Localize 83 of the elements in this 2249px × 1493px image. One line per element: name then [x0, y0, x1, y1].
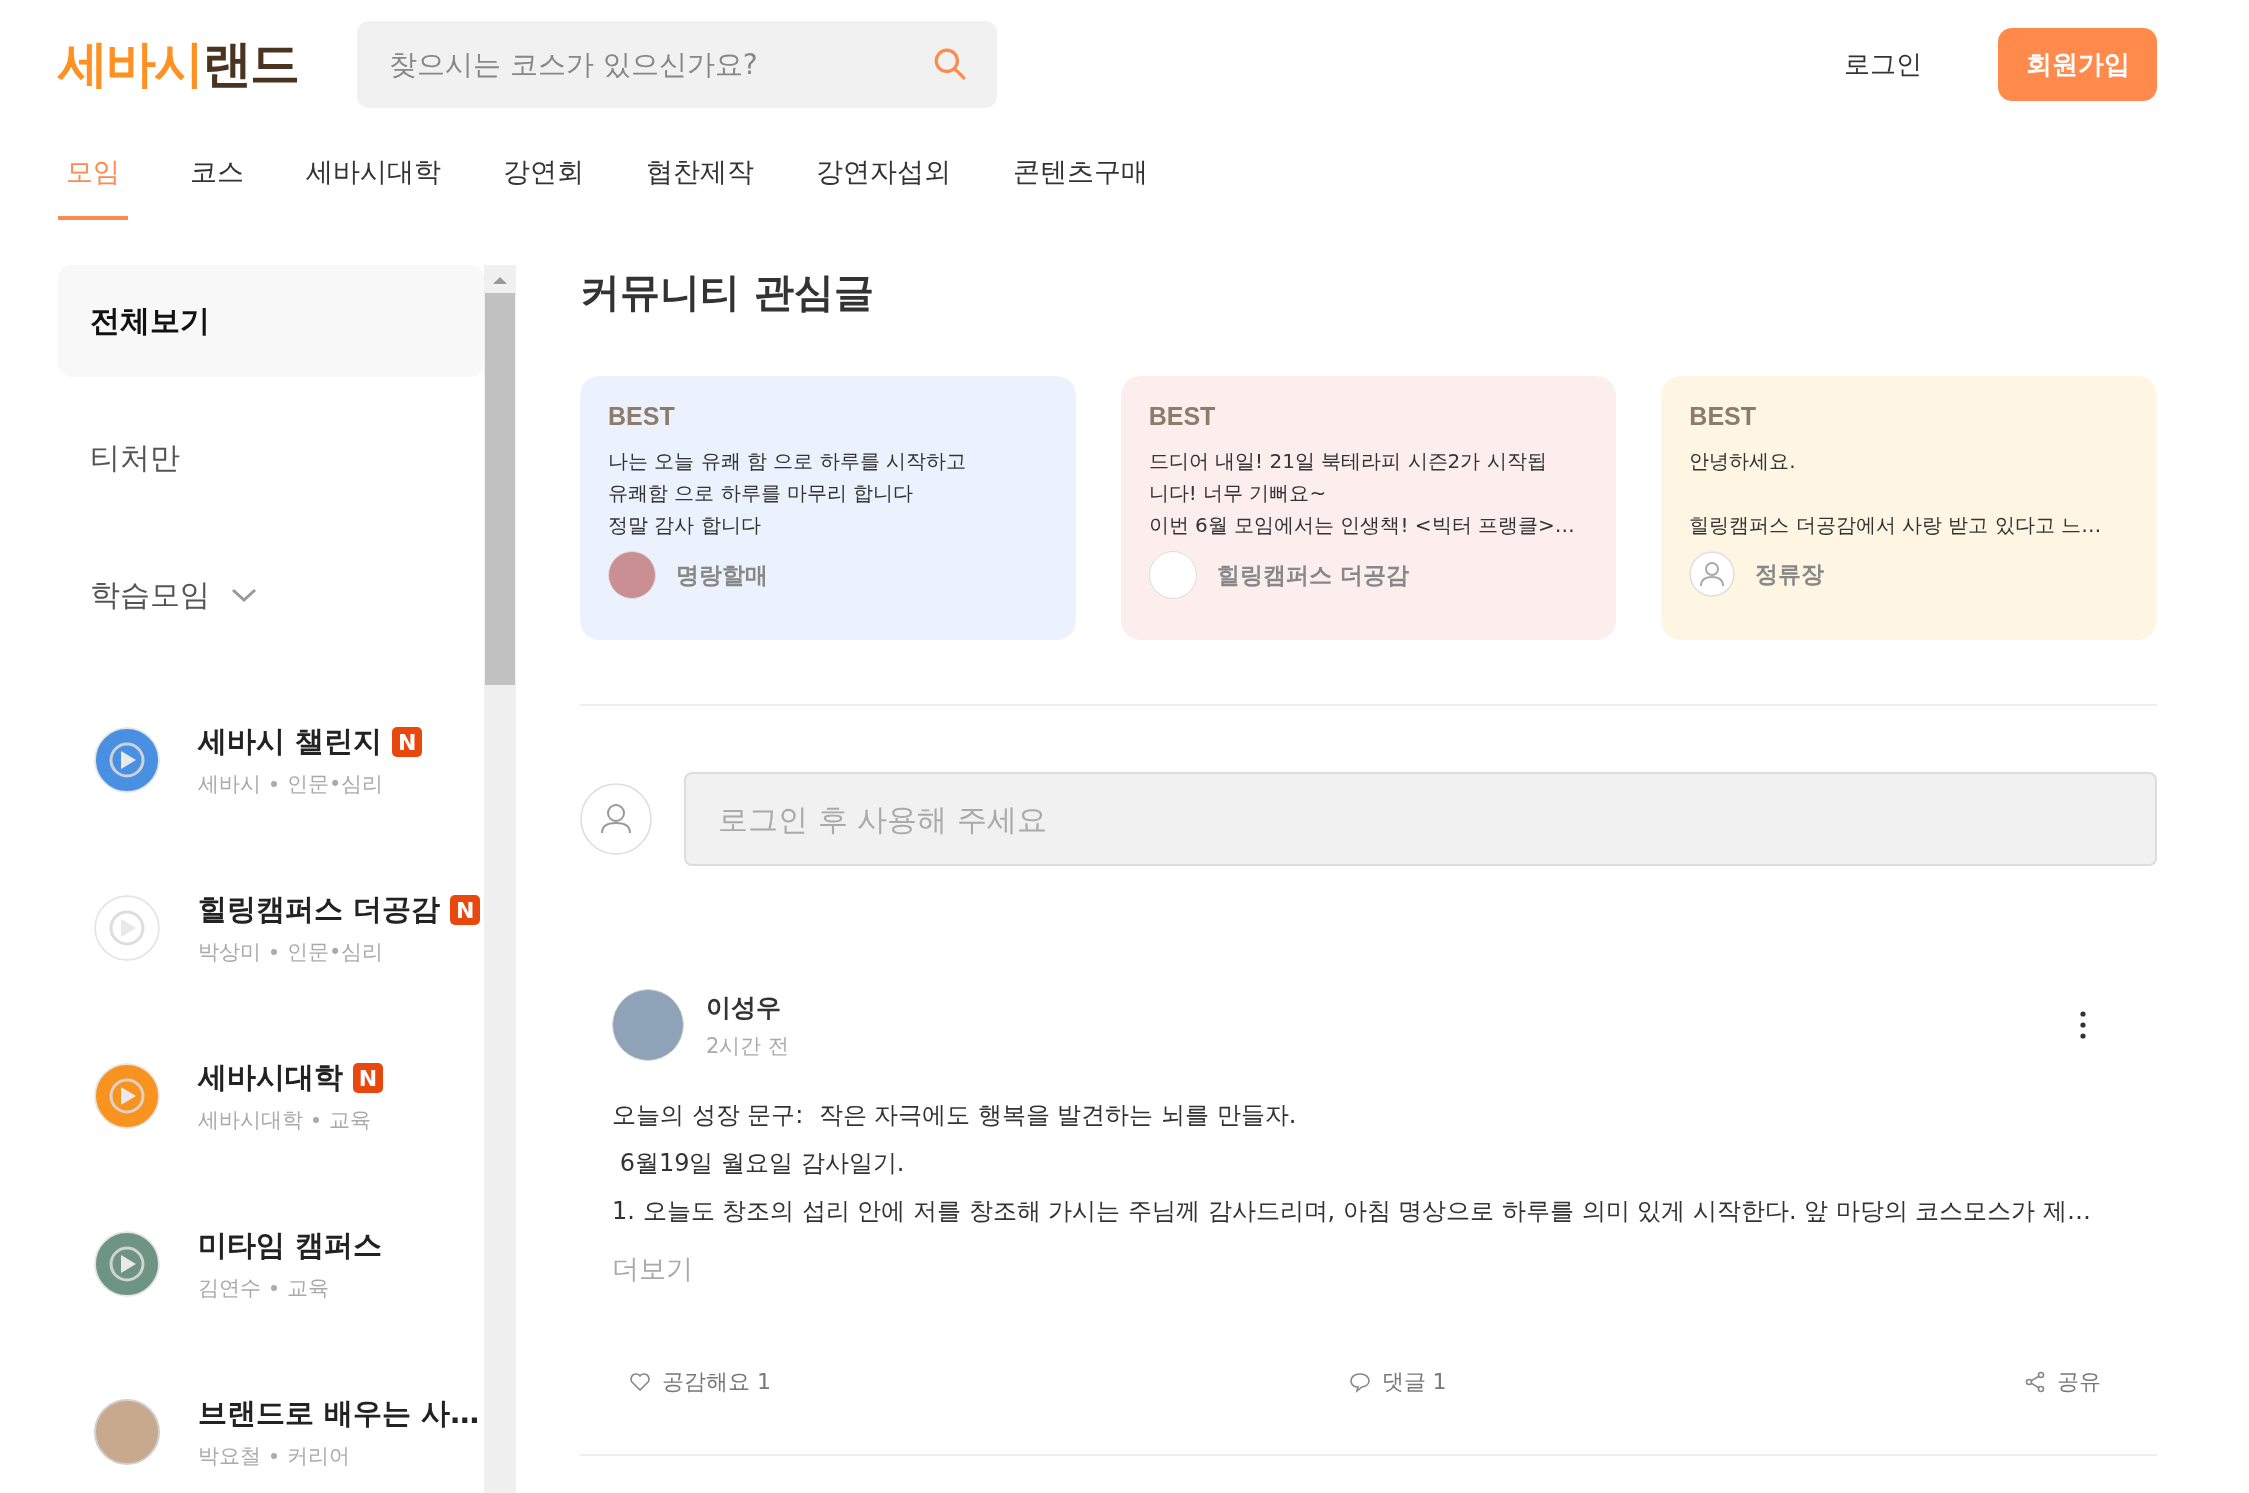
group-category: 인문•심리 — [287, 771, 384, 798]
search-field[interactable]: 찾으시는 코스가 있으신가요? — [357, 20, 997, 108]
group-category: 인문•심리 — [287, 939, 384, 966]
share-button[interactable]: 공유 — [2023, 1367, 2101, 1397]
scrollbar-thumb[interactable] — [485, 293, 515, 685]
separator-dot-icon — [313, 1117, 319, 1123]
group-owner: 박상미 — [198, 939, 261, 966]
comment-button[interactable]: 댓글 1 — [1347, 1367, 1447, 1397]
section-title: 커뮤니티 관심글 — [580, 268, 875, 317]
chevron-down-icon[interactable] — [230, 587, 258, 603]
post-card[interactable]: BEST 드디어 내일! 21일 북테라피 시즌2가 시작됩 니다! 너무 기뻐요~ 이번 6월 모임에서는 인생책! <빅터 프랭클>… 힐링캠퍼스 더공감 — [1120, 376, 1617, 640]
nav-tab[interactable]: 강연자섭외 — [816, 128, 951, 220]
group-logo-icon — [94, 895, 160, 961]
separator-dot-icon — [271, 781, 277, 787]
group-category: 교육 — [329, 1107, 371, 1134]
logo[interactable]: 세바시랜드 — [58, 30, 357, 98]
comment-input[interactable]: 로그인 후 사용해 주세요 — [684, 772, 2157, 866]
filter-item[interactable]: 전체보기 — [58, 265, 484, 377]
group-owner: 세바시 — [198, 771, 261, 798]
group-owner: 세바시대학 — [198, 1107, 303, 1134]
separator-dot-icon — [271, 949, 277, 955]
author-name: 힐링캠퍼스 더공감 — [1216, 560, 1409, 590]
scrollbar[interactable] — [484, 265, 516, 1493]
best-label: BEST — [608, 402, 676, 431]
post-time: 2시간 전 — [706, 1032, 791, 1060]
filter-item[interactable]: 티처만 — [58, 402, 484, 514]
group-owner: 김연수 — [198, 1275, 261, 1302]
group-name[interactable]: 브랜드로 배우는 사… — [198, 1394, 480, 1434]
nav-tab[interactable]: 강연회 — [503, 128, 584, 220]
group-name[interactable]: 세바시 챌린지 — [198, 722, 383, 762]
separator-dot-icon — [271, 1285, 277, 1291]
avatar-logo-icon — [1148, 551, 1197, 599]
post-text-line: 1. 오늘도 창조의 섭리 안에 저를 창조해 가시는 주님께 감사드리며, 아침 명상으로 하루를 의미 있게 시작한다. 앞 마당의 코스모스가 제… — [612, 1196, 2093, 1227]
group-logo-icon — [94, 1231, 160, 1297]
new-badge: N — [392, 727, 423, 757]
user-icon — [580, 783, 652, 855]
group-name[interactable]: 힐링캠퍼스 더공감 — [198, 890, 441, 930]
new-badge: N — [353, 1063, 383, 1093]
speech-bubble-icon — [1347, 1370, 1372, 1394]
post-card[interactable]: BEST 나는 오늘 유쾌 함 으로 하루를 시작하고 유쾌함 으로 하루를 마무리 합니다 정말 감사 합니다 명랑할매 — [580, 376, 1076, 640]
filter-label: 전체보기 — [90, 301, 210, 340]
card-text-line: 힐링캠퍼스 더공감에서 사랑 받고 있다고 느… — [1689, 512, 2103, 539]
card-text-line: 이번 6월 모임에서는 인생책! <빅터 프랭클>… — [1148, 512, 1576, 539]
avatar-photo-placeholder — [608, 551, 656, 599]
filter-label: 티처만 — [90, 438, 180, 477]
heart-icon — [628, 1370, 652, 1394]
group-logo-icon — [94, 1063, 160, 1129]
group-name[interactable]: 미타임 캠퍼스 — [198, 1226, 383, 1266]
like-button[interactable]: 공감해요 1 — [628, 1367, 771, 1397]
card-text-line: 드디어 내일! 21일 북테라피 시즌2가 시작됩 — [1148, 448, 1548, 475]
post-card[interactable]: BEST 안녕하세요. 힐링캠퍼스 더공감에서 사랑 받고 있다고 느… 정류장 — [1661, 376, 2157, 640]
nav-tab[interactable]: 콘텐츠구매 — [1013, 128, 1148, 220]
card-text-line: 안녕하세요. — [1689, 448, 1797, 475]
scroll-up-icon[interactable] — [492, 275, 508, 285]
login-link[interactable]: 로그인 — [1844, 46, 1922, 82]
author-name: 이성우 — [706, 991, 782, 1024]
author-name: 명랑할매 — [676, 560, 768, 590]
user-icon — [1689, 551, 1736, 597]
post-text-line: 오늘의 성장 문구: 작은 자극에도 행복을 발견하는 뇌를 만들자. — [612, 1100, 1298, 1131]
group-name[interactable]: 세바시대학 — [198, 1058, 343, 1098]
group-logo-icon — [94, 727, 160, 793]
more-options-icon[interactable] — [2079, 1010, 2087, 1040]
group-category: 교육 — [287, 1275, 329, 1302]
separator-dot-icon — [271, 1453, 277, 1459]
share-icon — [2023, 1370, 2047, 1394]
card-text-line: 유쾌함 으로 하루를 마무리 합니다 — [608, 480, 915, 507]
filter-label: 학습모임 — [90, 575, 210, 614]
card-text-line: 니다! 너무 기뻐요~ — [1148, 480, 1328, 507]
nav-tab[interactable]: 협찬제작 — [646, 128, 754, 220]
group-category: 커리어 — [287, 1443, 350, 1470]
best-label: BEST — [1148, 402, 1217, 431]
best-label: BEST — [1689, 402, 1758, 431]
filter-item[interactable]: 학습모임 — [58, 539, 484, 651]
nav-tab[interactable]: 코스 — [190, 128, 244, 220]
new-badge: N — [450, 895, 481, 925]
post-text-line: 6월19일 월요일 감사일기. — [618, 1148, 906, 1179]
search-input[interactable]: 찾으시는 코스가 있으신가요? — [387, 46, 933, 82]
nav-tab[interactable]: 세바시대학 — [306, 128, 441, 220]
search-icon[interactable] — [933, 47, 967, 81]
card-text-line: 정말 감사 합니다 — [608, 512, 762, 539]
group-owner: 박요철 — [198, 1443, 261, 1470]
card-text-line: 나는 오늘 유쾌 함 으로 하루를 시작하고 — [608, 448, 968, 475]
author-name: 정류장 — [1755, 559, 1825, 589]
